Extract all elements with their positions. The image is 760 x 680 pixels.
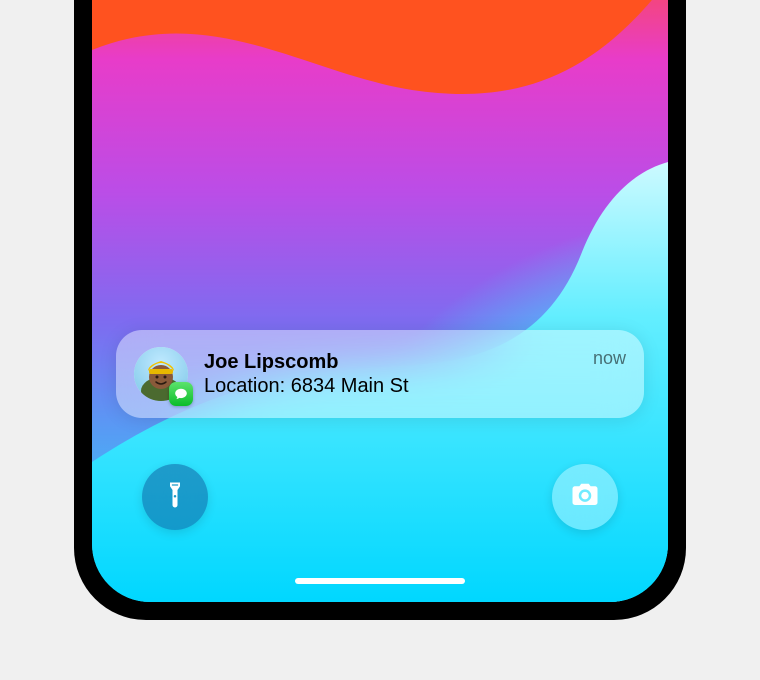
notification-avatar [134, 347, 188, 401]
camera-button[interactable] [552, 464, 618, 530]
camera-icon [570, 480, 600, 515]
phone-frame: Joe Lipscomb Location: 6834 Main St now [74, 0, 686, 620]
messages-icon [169, 382, 193, 406]
notification-text: Joe Lipscomb Location: 6834 Main St [204, 350, 593, 398]
phone-screen: Joe Lipscomb Location: 6834 Main St now [92, 0, 668, 602]
notification-sender: Joe Lipscomb [204, 350, 593, 374]
flashlight-icon [160, 480, 190, 515]
notification-body: Location: 6834 Main St [204, 374, 593, 398]
notification-time: now [593, 348, 626, 369]
home-indicator[interactable] [295, 578, 465, 584]
lockscreen-notification[interactable]: Joe Lipscomb Location: 6834 Main St now [116, 330, 644, 418]
quick-actions [142, 464, 618, 530]
flashlight-button[interactable] [142, 464, 208, 530]
